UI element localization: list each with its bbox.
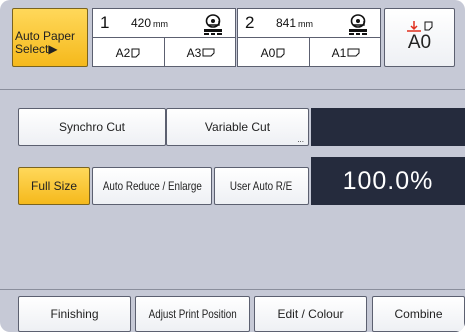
auto-paper-select-label-2: Select▶ xyxy=(15,42,58,56)
cut-display-panel xyxy=(311,108,465,146)
tab-finishing[interactable]: Finishing xyxy=(18,296,131,332)
reproduction-ratio-display: 100.0% xyxy=(311,157,465,205)
tray-1-header: 1 420 mm xyxy=(93,9,235,38)
tab-combine[interactable]: Combine xyxy=(372,296,465,332)
copier-panel: Auto Paper Select▶ 1 420 mm A2 A3 2 841 … xyxy=(0,0,465,332)
tray-1-size-a3[interactable]: A3 xyxy=(165,38,237,67)
tray-2-size-a0[interactable]: A0 xyxy=(238,38,310,67)
landscape-paper-icon xyxy=(347,48,360,57)
tray-1-length: 420 mm xyxy=(131,16,169,30)
roll-paper-icon xyxy=(204,14,222,35)
tray-2-box: 2 841 mm A0 A1 xyxy=(237,8,381,67)
tray-2-number: 2 xyxy=(245,13,255,32)
bypass-size-label: A0 xyxy=(407,31,432,53)
tab-adjust-print-position[interactable]: Adjust Print Position xyxy=(135,296,250,332)
bypass-tray-button[interactable]: A0 xyxy=(384,8,455,67)
tray-2-header: 2 841 mm xyxy=(238,9,380,38)
auto-reduce-enlarge-button[interactable]: Auto Reduce / Enlarge xyxy=(92,167,212,205)
tray-1-size-a2[interactable]: A2 xyxy=(93,38,165,67)
portrait-paper-icon xyxy=(276,48,285,57)
tray-2-length: 841 mm xyxy=(276,16,314,30)
roll-paper-icon xyxy=(349,14,367,35)
more-indicator: ... xyxy=(297,135,304,144)
tab-edit-colour[interactable]: Edit / Colour xyxy=(254,296,367,332)
tray-1-number: 1 xyxy=(100,13,110,32)
tray-2-size-a1[interactable]: A1 xyxy=(310,38,382,67)
divider xyxy=(0,89,465,90)
portrait-paper-icon xyxy=(131,48,140,57)
full-size-button[interactable]: Full Size xyxy=(18,167,90,205)
synchro-cut-button[interactable]: Synchro Cut xyxy=(18,108,166,146)
landscape-paper-icon xyxy=(202,48,215,57)
auto-paper-select-button[interactable]: Auto Paper Select▶ xyxy=(12,8,88,67)
user-auto-reduce-enlarge-button[interactable]: User Auto R/E xyxy=(214,167,309,205)
variable-cut-button[interactable]: Variable Cut ... xyxy=(166,108,309,146)
divider xyxy=(0,289,465,290)
tray-1-box: 1 420 mm A2 A3 xyxy=(92,8,236,67)
